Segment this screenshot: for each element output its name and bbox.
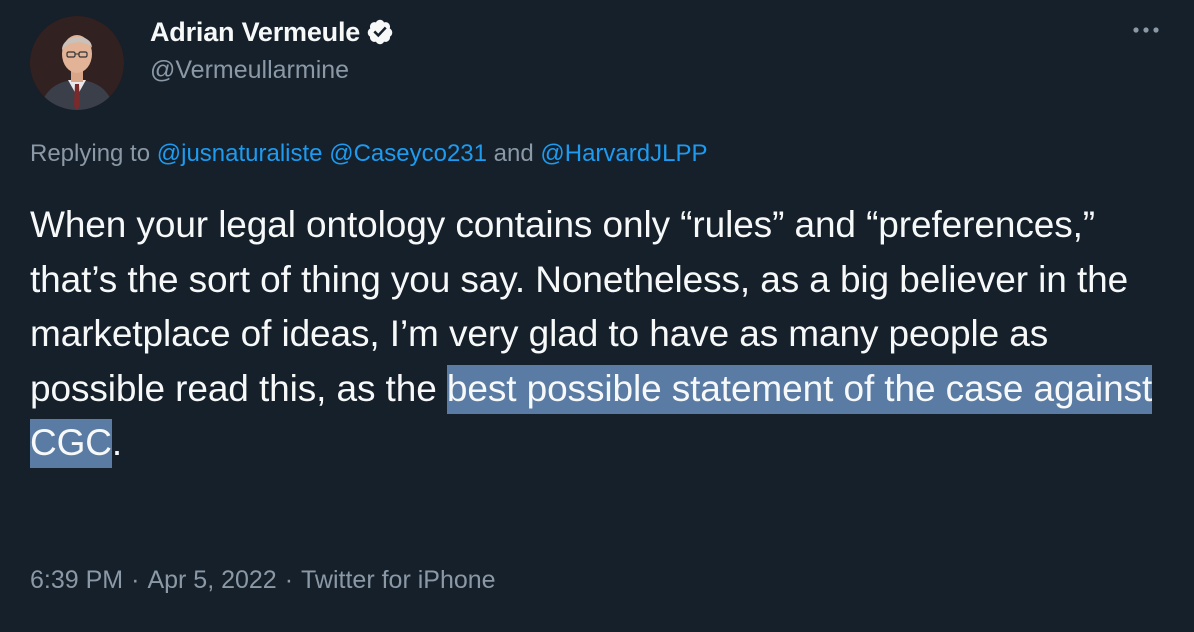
tweet-date[interactable]: Apr 5, 2022: [147, 566, 276, 594]
author-handle[interactable]: @Vermeullarmine: [150, 56, 349, 85]
mention-link[interactable]: @jusnaturaliste: [157, 140, 323, 167]
author-name-row: Adrian Vermeule: [150, 14, 394, 50]
more-options-button[interactable]: [1128, 16, 1164, 44]
replying-to-line: Replying to @jusnaturaliste @Caseyco231 …: [30, 140, 707, 168]
avatar[interactable]: [30, 16, 124, 110]
author-display-name[interactable]: Adrian Vermeule: [150, 17, 360, 48]
tweet-text: When your legal ontology contains only “…: [30, 198, 1170, 471]
more-horizontal-icon: [1133, 27, 1159, 33]
mention-link[interactable]: @HarvardJLPP: [540, 140, 707, 167]
replying-to-label: Replying to: [30, 140, 151, 167]
meta-separator: ·: [284, 566, 294, 594]
tweet-metadata: 6:39 PM · Apr 5, 2022 · Twitter for iPhone: [30, 566, 496, 595]
tweet: Adrian Vermeule @Vermeullarmine Replying…: [0, 0, 1194, 632]
tweet-text-after: .: [111, 422, 123, 463]
tweet-source[interactable]: Twitter for iPhone: [301, 566, 496, 594]
mention-connector: and: [493, 140, 534, 167]
verified-badge-icon: [366, 18, 394, 46]
avatar-portrait-icon: [30, 16, 124, 110]
meta-separator: ·: [131, 566, 140, 594]
tweet-time[interactable]: 6:39 PM: [30, 566, 123, 594]
mention-link[interactable]: @Caseyco231: [329, 140, 487, 167]
